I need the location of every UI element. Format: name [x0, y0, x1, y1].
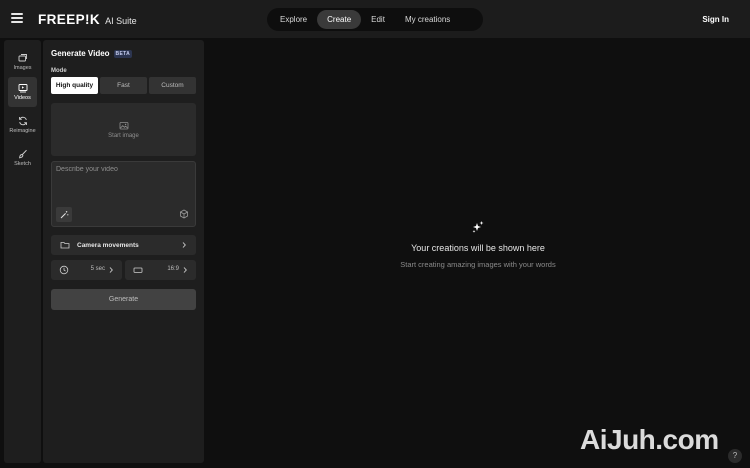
start-image-label: Start image [108, 132, 139, 139]
empty-state-subtitle: Start creating amazing images with your … [400, 260, 556, 269]
mode-fast[interactable]: Fast [100, 77, 147, 94]
beta-badge: BETA [113, 49, 132, 58]
camera-movements-label: Camera movements [77, 241, 139, 249]
generate-video-panel: Generate Video BETA Mode High quality Fa… [43, 40, 204, 463]
rail-item-images[interactable]: Images [8, 47, 37, 77]
brand[interactable]: FREEP!K AI Suite [38, 12, 137, 27]
duration-value: 5 sec [90, 266, 105, 272]
rail-item-sketch[interactable]: Sketch [8, 143, 37, 173]
refresh-icon [18, 116, 27, 126]
cube-icon[interactable] [179, 209, 189, 219]
hamburger-menu-icon[interactable] [11, 13, 23, 23]
panel-title: Generate Video [51, 49, 110, 58]
panel-header: Generate Video BETA [51, 49, 132, 58]
camera-movements-button[interactable]: Camera movements [51, 235, 196, 255]
sparkle-icon [472, 221, 484, 233]
rail-item-videos[interactable]: Videos [8, 77, 37, 107]
generate-button[interactable]: Generate [51, 289, 196, 310]
main-nav: Explore Create Edit My creations [267, 8, 483, 31]
mode-high-quality[interactable]: High quality [51, 77, 98, 94]
nav-edit[interactable]: Edit [361, 10, 395, 29]
start-image-upload[interactable]: Start image [51, 103, 196, 156]
brand-suite-label: AI Suite [105, 16, 137, 26]
aspect-ratio-selector[interactable]: 16:9 [125, 260, 196, 280]
chevron-right-icon [183, 267, 187, 273]
sign-in-button[interactable]: Sign In [702, 15, 729, 24]
mode-selector: High quality Fast Custom [51, 77, 196, 94]
mode-custom[interactable]: Custom [149, 77, 196, 94]
tool-rail: Images Videos Reimagine Sketch [4, 40, 41, 463]
nav-my-creations[interactable]: My creations [395, 10, 460, 29]
duration-selector[interactable]: 5 sec [51, 260, 122, 280]
clock-icon [59, 265, 69, 275]
watermark: AiJuh.com [580, 424, 719, 455]
video-icon [18, 84, 27, 93]
rail-item-label: Videos [14, 95, 31, 101]
top-bar: FREEP!K AI Suite Explore Create Edit My … [0, 0, 750, 38]
empty-state-title: Your creations will be shown here [411, 243, 545, 253]
prompt-box [51, 161, 196, 227]
image-upload-icon [119, 121, 128, 129]
nav-explore[interactable]: Explore [270, 10, 317, 29]
folder-icon [60, 242, 70, 249]
mode-label: Mode [51, 68, 67, 74]
brush-icon [18, 149, 27, 159]
chevron-right-icon [182, 242, 186, 248]
chevron-right-icon [109, 267, 113, 273]
rail-item-label: Images [13, 65, 32, 71]
images-icon [18, 54, 27, 62]
magic-wand-button[interactable] [56, 207, 72, 222]
magic-wand-icon [60, 211, 68, 219]
aspect-ratio-value: 16:9 [167, 266, 179, 272]
nav-create[interactable]: Create [317, 10, 362, 29]
rail-item-label: Sketch [14, 161, 31, 167]
prompt-input[interactable] [56, 166, 191, 200]
creations-area: Your creations will be shown here Start … [206, 40, 750, 468]
aspect-ratio-icon [133, 267, 143, 273]
help-button[interactable]: ? [728, 449, 742, 463]
rail-item-label: Reimagine [9, 128, 36, 134]
rail-item-reimagine[interactable]: Reimagine [8, 110, 37, 140]
brand-logo: FREEP!K [38, 12, 101, 27]
